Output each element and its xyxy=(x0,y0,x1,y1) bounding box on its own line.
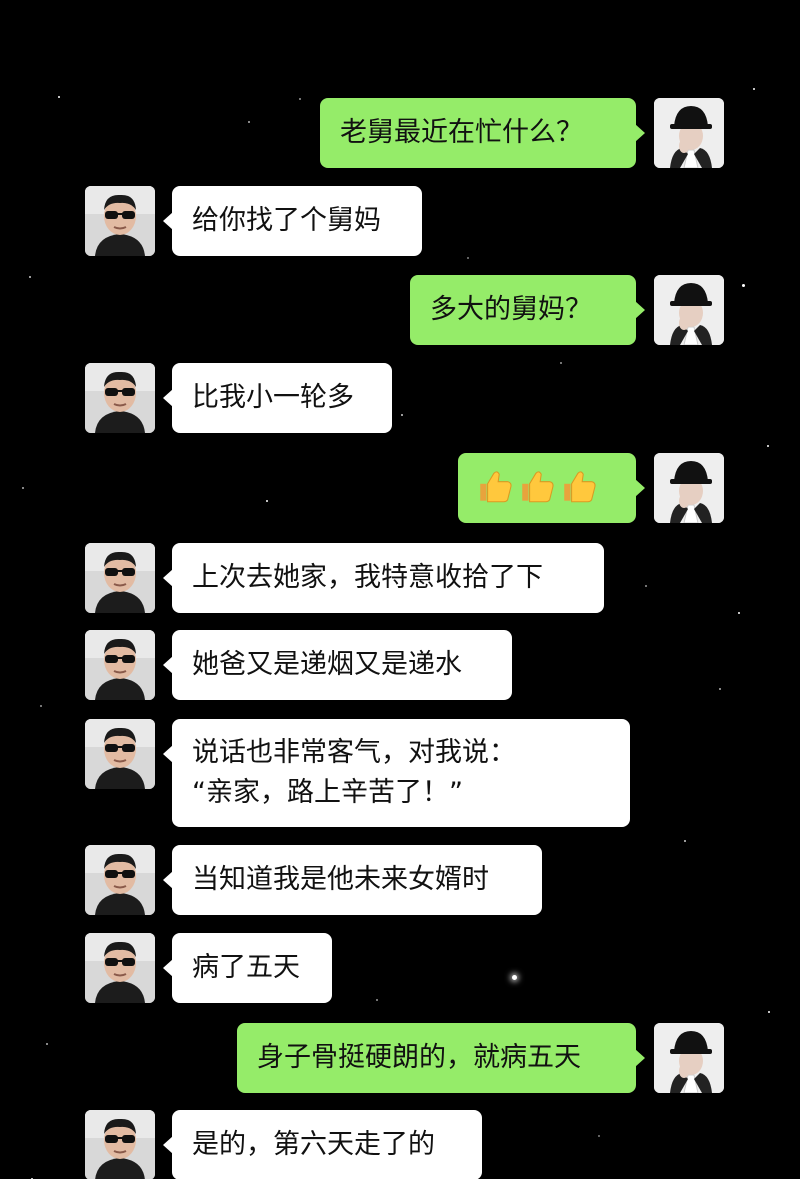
star xyxy=(46,1043,48,1045)
message-text-line: “亲家，路上辛苦了！” xyxy=(192,777,463,808)
message-text: 她爸又是递烟又是递水 xyxy=(192,649,462,680)
star xyxy=(401,414,403,416)
star xyxy=(376,999,378,1001)
star xyxy=(742,284,745,287)
emoji-group xyxy=(476,453,598,523)
avatar-hat-icon[interactable] xyxy=(654,453,724,523)
message-text: 当知道我是他未来女婿时 xyxy=(192,864,489,895)
star xyxy=(299,98,301,100)
avatar-man-icon[interactable] xyxy=(85,543,155,613)
star xyxy=(22,487,24,489)
thumbs-up-icon xyxy=(479,471,512,503)
star xyxy=(248,121,250,123)
message-bubble-sent[interactable]: 老舅最近在忙什么？ xyxy=(320,98,645,168)
message-text-line: 说话也非常客气，对我说： xyxy=(192,737,516,768)
message-bubble-received[interactable]: 给你找了个舅妈 xyxy=(163,186,422,256)
message-text: 老舅最近在忙什么？ xyxy=(340,117,583,148)
star xyxy=(40,705,42,707)
message-text: 是的，第六天走了的 xyxy=(192,1129,435,1160)
star xyxy=(768,1011,770,1013)
star xyxy=(645,585,647,587)
star xyxy=(684,840,686,842)
thumbs-up-icon xyxy=(563,471,596,503)
star xyxy=(767,445,769,447)
avatar-man-icon[interactable] xyxy=(85,845,155,915)
message-text: 上次去她家，我特意收拾了下 xyxy=(192,562,543,593)
star xyxy=(719,688,721,690)
avatar-man-icon[interactable] xyxy=(85,933,155,1003)
star xyxy=(512,975,517,980)
avatar-man-icon[interactable] xyxy=(85,719,155,789)
message-bubble-received[interactable]: 说话也非常客气，对我说： “亲家，路上辛苦了！” xyxy=(163,719,630,827)
star xyxy=(467,257,469,259)
star xyxy=(560,362,562,364)
star xyxy=(58,96,60,98)
message-bubble-sent[interactable]: 多大的舅妈？ xyxy=(410,275,645,345)
avatar-man-icon[interactable] xyxy=(85,186,155,256)
message-bubble-received[interactable]: 比我小一轮多 xyxy=(163,363,392,433)
avatar-man-icon[interactable] xyxy=(85,630,155,700)
avatar-man-icon[interactable] xyxy=(85,363,155,433)
star xyxy=(738,612,740,614)
avatar-hat-icon[interactable] xyxy=(654,98,724,168)
star xyxy=(29,276,31,278)
message-text: 多大的舅妈？ xyxy=(430,294,592,325)
star xyxy=(266,500,268,502)
message-bubble-received[interactable]: 当知道我是他未来女婿时 xyxy=(163,845,542,915)
message-text: 给你找了个舅妈 xyxy=(192,205,381,236)
avatar-hat-icon[interactable] xyxy=(654,1023,724,1093)
message-text: 身子骨挺硬朗的，就病五天 xyxy=(257,1042,581,1073)
message-bubble-sent-emoji[interactable] xyxy=(458,453,645,523)
star xyxy=(753,88,755,90)
avatar-hat-icon[interactable] xyxy=(654,275,724,345)
message-bubble-received[interactable]: 上次去她家，我特意收拾了下 xyxy=(163,543,604,613)
thumbs-up-icon xyxy=(521,471,554,503)
message-text: 比我小一轮多 xyxy=(192,382,354,413)
avatar-man-icon[interactable] xyxy=(85,1110,155,1179)
message-bubble-received[interactable]: 她爸又是递烟又是递水 xyxy=(163,630,512,700)
star xyxy=(598,1135,600,1137)
message-bubble-received[interactable]: 是的，第六天走了的 xyxy=(163,1110,482,1179)
message-bubble-received[interactable]: 病了五天 xyxy=(163,933,332,1003)
message-bubble-sent[interactable]: 身子骨挺硬朗的，就病五天 xyxy=(237,1023,645,1093)
message-text: 病了五天 xyxy=(192,952,300,983)
